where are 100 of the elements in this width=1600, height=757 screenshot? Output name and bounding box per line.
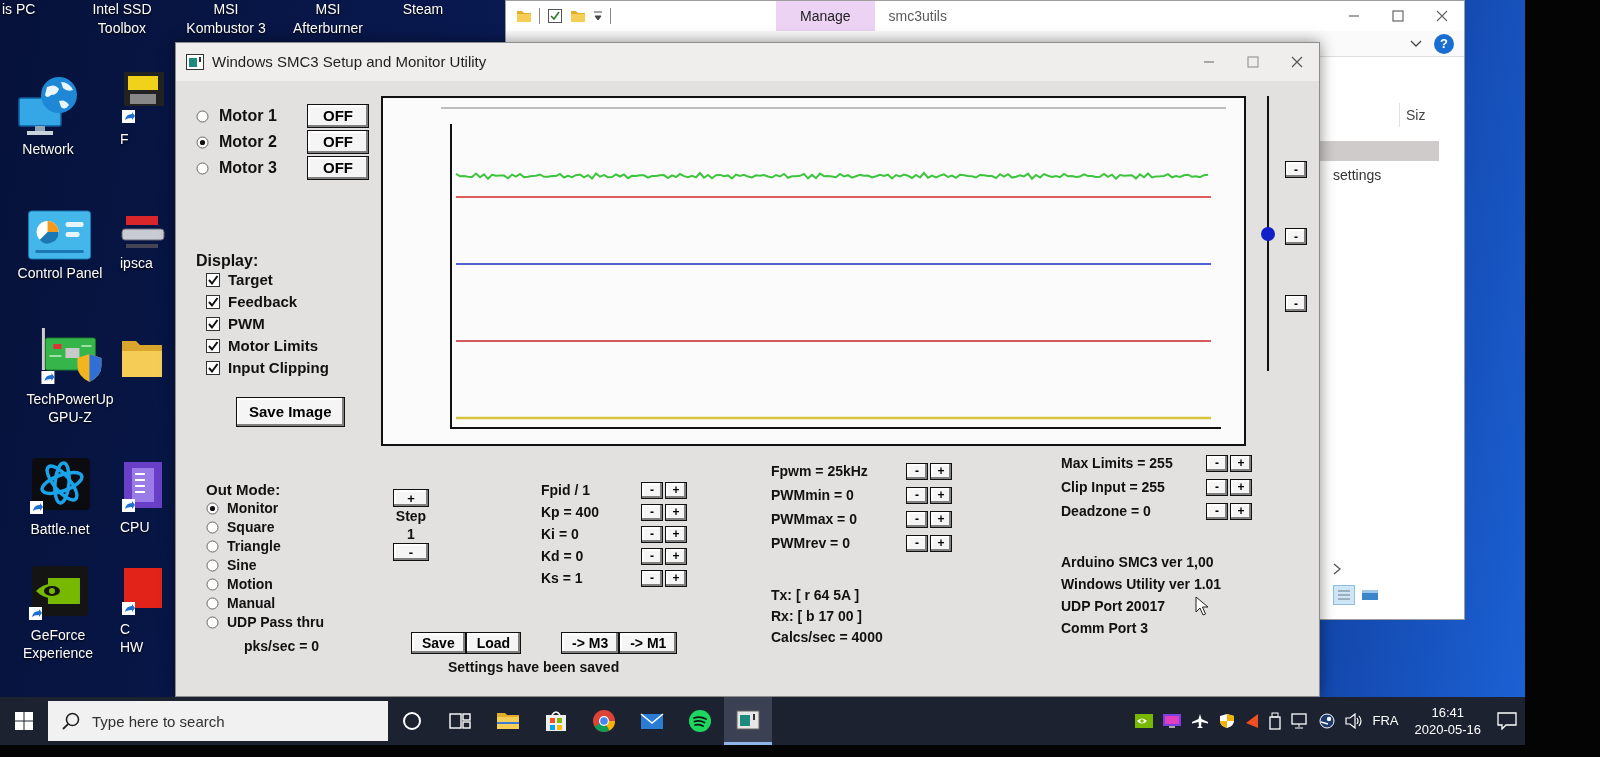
adjust-button[interactable]: - [641,481,663,499]
checklist-icon[interactable] [547,8,563,24]
motor-toggle-button[interactable]: OFF [307,130,369,154]
adjust-button[interactable]: + [665,503,687,521]
desktop-icon-label[interactable]: GeForce Experience [23,626,93,662]
display-icon[interactable] [1162,714,1181,728]
radio-label[interactable]: Motor 1 [219,104,297,128]
adjust-button[interactable]: - [1206,502,1228,520]
radio-label[interactable]: Monitor [227,498,279,519]
radio-button[interactable] [206,521,219,534]
adjust-button[interactable]: - [1206,454,1228,472]
chevron-right-icon[interactable] [1333,563,1341,575]
globe-monitor-icon[interactable] [17,76,79,136]
adjust-button[interactable]: - [1285,295,1307,312]
radio-label[interactable]: Triangle [227,536,281,557]
radio-button[interactable] [206,597,219,610]
adjust-button[interactable]: + [1230,502,1252,520]
adjust-button[interactable]: - [906,486,928,504]
adjust-button[interactable]: - [641,503,663,521]
copy-button[interactable]: -> M3 [561,632,620,654]
adjust-button[interactable]: + [665,569,687,587]
shield-icon[interactable] [1218,713,1235,729]
settings-button[interactable]: Load [465,632,522,654]
desktop-icon-label[interactable]: is PC [2,0,36,19]
checkbox[interactable] [206,295,220,309]
adjust-button[interactable]: - [1206,478,1228,496]
radio-label[interactable]: Manual [227,593,276,614]
save-image-button[interactable]: Save Image [236,397,345,427]
desktop-icon-label[interactable]: F [120,130,129,148]
checkbox-label[interactable]: Feedback [228,290,298,314]
adjust-button[interactable]: + [930,510,952,528]
adjust-button[interactable]: + [1230,454,1252,472]
adjust-button[interactable]: + [1230,478,1252,496]
network-icon[interactable] [1290,713,1309,729]
adjust-button[interactable]: - [641,569,663,587]
settings-button[interactable]: Save [411,632,466,654]
adjust-button[interactable]: - [906,462,928,480]
close-icon[interactable] [1436,10,1448,22]
radio-button[interactable] [206,559,219,572]
ribbon-tab[interactable]: Manage [776,1,875,31]
radio-button[interactable] [196,135,209,149]
checkbox[interactable] [206,361,220,375]
checkbox[interactable] [206,317,220,331]
swirl-logo-icon[interactable] [28,456,92,516]
pie-chart-panel-icon[interactable] [28,210,92,260]
radio-label[interactable]: Motion [227,574,273,595]
radio-button[interactable] [206,578,219,591]
help-button[interactable]: ? [1434,33,1454,54]
desktop-icon-label[interactable]: TechPowerUp GPU-Z [26,390,114,426]
radio-button[interactable] [206,502,219,515]
adjust-button[interactable]: - [641,547,663,565]
checkbox[interactable] [206,273,220,287]
adjust-button[interactable]: - [393,543,429,561]
triangle-icon[interactable] [1244,713,1259,729]
eye-logo-icon[interactable] [26,564,90,622]
motor-toggle-button[interactable]: OFF [307,104,369,128]
close-icon[interactable] [1291,56,1303,68]
adjust-button[interactable]: + [665,481,687,499]
usb-drive-icon[interactable] [1268,712,1281,730]
round-logo-icon[interactable] [1318,713,1335,729]
adjust-button[interactable]: + [930,486,952,504]
language-indicator[interactable]: FRA [1372,711,1399,731]
desktop-icon-label[interactable]: MSI Kombustor 3 [186,0,266,38]
search-field[interactable]: Type here to search [48,701,388,741]
notifications-icon[interactable] [1497,712,1517,730]
radio-label[interactable]: Sine [227,555,257,576]
radio-label[interactable]: Motor 2 [219,130,297,154]
adjust-button[interactable]: - [1285,228,1307,245]
chevron-down-icon[interactable] [1410,39,1422,48]
radio-button[interactable] [196,109,209,123]
slider-thumb[interactable] [1261,226,1275,241]
desktop-icon-label[interactable]: MSI Afterburner [293,0,363,38]
eye-logo-icon[interactable] [1134,714,1153,728]
app-tile-icon[interactable] [120,70,166,126]
desktop-icon-label[interactable]: Control Panel [17,264,103,282]
desktop-icon-label[interactable]: Steam [402,0,444,19]
desktop-icon-label[interactable]: Battle.net [30,520,90,538]
motor-toggle-button[interactable]: OFF [307,156,369,180]
airplane-icon[interactable] [1190,713,1209,729]
checkbox-label[interactable]: PWM [228,312,265,336]
adjust-button[interactable]: - [641,525,663,543]
radio-label[interactable]: Square [227,517,275,538]
checkbox-label[interactable]: Motor Limits [228,334,318,358]
desktop-icon-label[interactable]: Intel SSD Toolbox [92,0,152,38]
desktop-icon-label[interactable]: CPU [120,518,150,536]
desktop-icon-label[interactable]: Network [22,140,74,158]
copy-button[interactable]: -> M1 [619,632,678,654]
taskbar-button[interactable] [724,697,772,745]
clock-button[interactable]: 16:41 2020-05-16 [1408,704,1487,738]
adjust-button[interactable]: + [665,525,687,543]
column-header[interactable]: Siz [1399,103,1426,127]
radio-button[interactable] [206,540,219,553]
adjust-button[interactable]: + [393,489,429,507]
adjust-button[interactable]: - [906,510,928,528]
app-tile-icon[interactable] [120,214,166,250]
checkbox[interactable] [206,339,220,353]
desktop-icon-label[interactable]: C HW [120,620,144,656]
maximize-icon[interactable] [1392,10,1404,22]
adjust-button[interactable]: + [930,462,952,480]
file-name-text[interactable]: settings [1333,165,1382,186]
